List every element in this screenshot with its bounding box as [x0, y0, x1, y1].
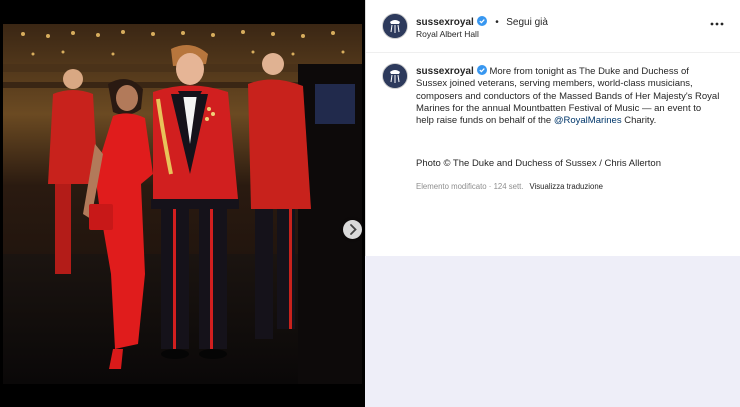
- post-media-panel: [0, 0, 365, 407]
- location-link[interactable]: Royal Albert Hall: [416, 29, 479, 39]
- follow-separator: •: [495, 17, 499, 28]
- avatar[interactable]: [382, 13, 408, 39]
- header-username[interactable]: sussexroyal: [416, 17, 474, 28]
- post-meta: Elemento modificato · 124 sett. Visualizz…: [416, 182, 603, 191]
- post-side-panel: sussexroyal • Segui già Royal Albert Hal…: [365, 0, 740, 256]
- more-horizontal-icon: [710, 22, 724, 26]
- crest-icon: [383, 14, 407, 38]
- post-photo[interactable]: [3, 24, 362, 384]
- post-photo-image: [3, 24, 362, 384]
- mention-link[interactable]: @RoyalMarines: [554, 115, 622, 126]
- see-translation-button[interactable]: Visualizza traduzione: [529, 182, 603, 191]
- chevron-right-icon: [350, 224, 357, 235]
- post-caption: sussexroyal More from tonight as The Duk…: [416, 65, 721, 127]
- verified-badge-icon: [476, 65, 487, 75]
- verified-badge-icon: [476, 13, 487, 26]
- carousel-next-button[interactable]: [343, 220, 362, 239]
- caption-avatar[interactable]: [382, 63, 408, 89]
- edited-timestamp: Elemento modificato · 124 sett.: [416, 182, 524, 191]
- lower-blank-panel: [365, 256, 740, 407]
- more-options-button[interactable]: [710, 13, 724, 29]
- post-header: sussexroyal • Segui già Royal Albert Hal…: [366, 0, 740, 53]
- photo-credit: Photo © The Duke and Duchess of Sussex /…: [416, 158, 661, 169]
- crest-icon: [383, 64, 407, 88]
- caption-text-part-2: Charity.: [621, 115, 657, 127]
- following-button[interactable]: Segui già: [506, 17, 548, 28]
- caption-username[interactable]: sussexroyal: [416, 66, 474, 77]
